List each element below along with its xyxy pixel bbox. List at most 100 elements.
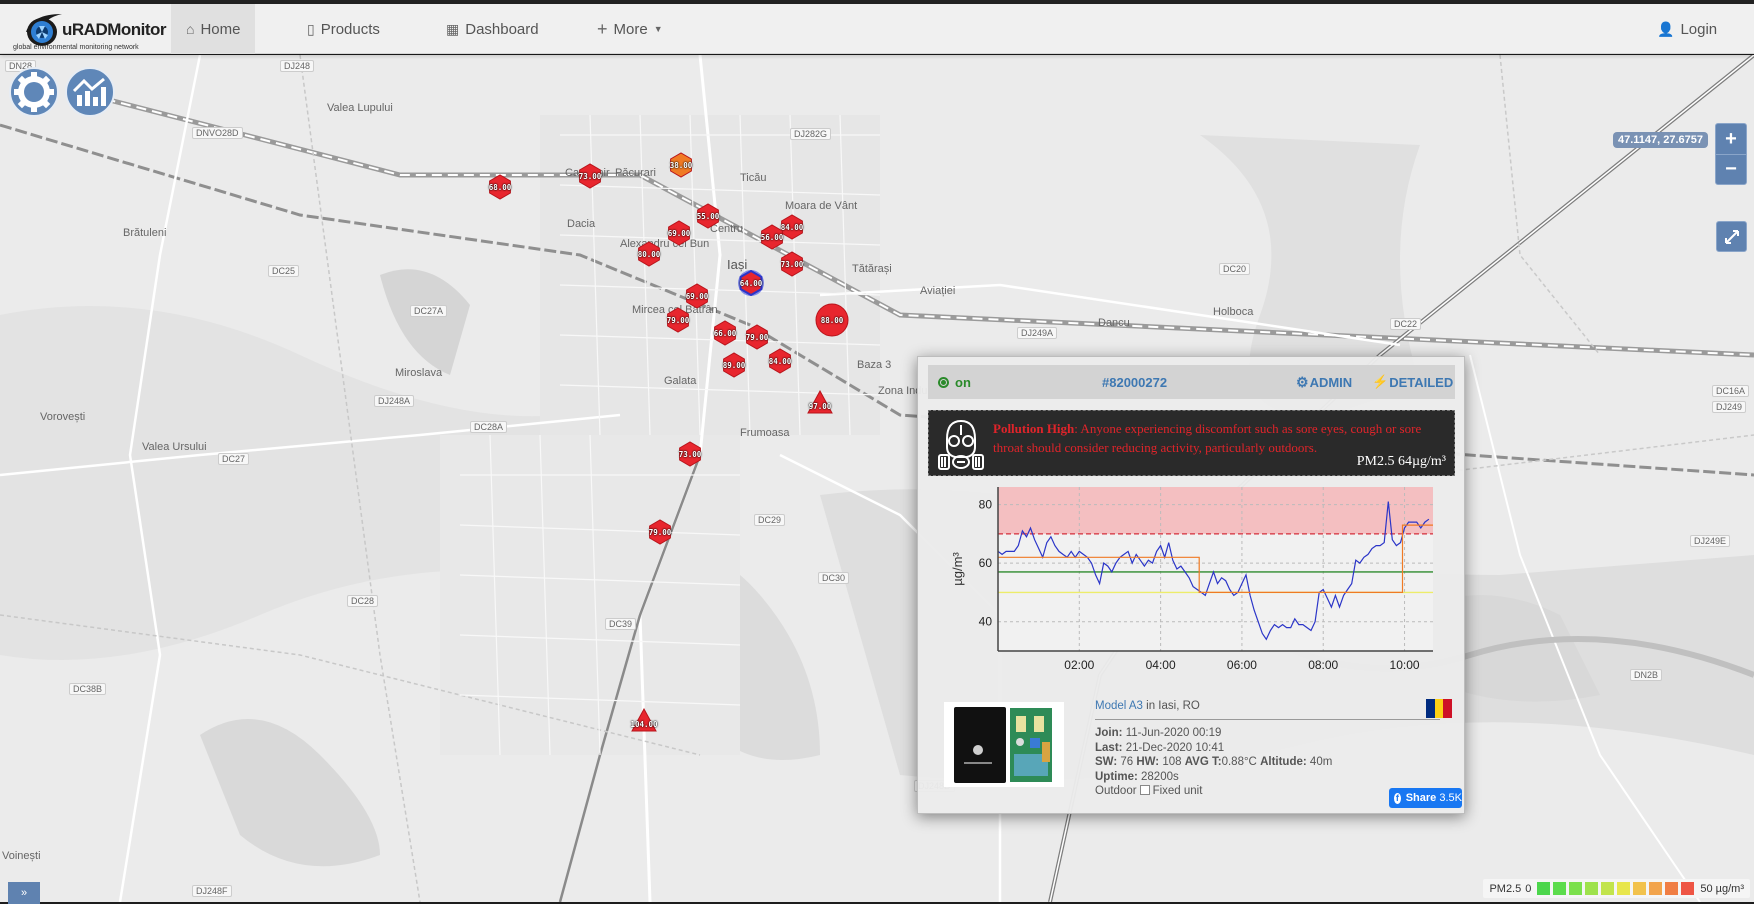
road-label: DJ248A	[374, 395, 415, 407]
road-label: DC20	[1219, 263, 1251, 275]
fixed-unit-label: Fixed unit	[1152, 785, 1203, 797]
road-label: DC27	[218, 453, 250, 465]
sensor-marker[interactable]: 88.00	[815, 303, 849, 337]
gas-mask-icon	[938, 419, 984, 470]
device-info: Model A3 in Iasi, RO Join: 11-Jun-2020 0…	[928, 692, 1462, 808]
admin-link[interactable]: ⚙ ADMIN	[1296, 374, 1352, 391]
map-label: Brătuleni	[123, 227, 167, 239]
map-label: Baza 3	[857, 359, 892, 371]
marker-value: 66.00	[713, 328, 737, 338]
nav-more[interactable]: + More ▼	[582, 4, 678, 54]
gear-icon	[14, 72, 54, 112]
nav-dashboard[interactable]: ▦ Dashboard	[431, 4, 554, 54]
marker-value: 79.00	[648, 527, 672, 537]
sw-value: 76	[1120, 756, 1134, 768]
sensor-marker[interactable]: 79.00	[647, 519, 673, 545]
road-label: DC27A	[410, 305, 448, 317]
fullscreen-button[interactable]	[1716, 221, 1747, 252]
legend-max: 50 µg/m³	[1700, 882, 1744, 895]
sensor-marker[interactable]: 73.00	[577, 163, 603, 189]
road-label: DC25	[268, 265, 300, 277]
sensor-marker[interactable]: 89.00	[721, 352, 747, 378]
brand-name: uRADMonitor	[62, 20, 167, 39]
sensor-marker[interactable]: 38.00	[668, 152, 694, 178]
marker-value: 79.00	[745, 332, 769, 342]
legend-swatch	[1665, 882, 1679, 895]
join-value: 11-Jun-2020 00:19	[1125, 727, 1222, 739]
nav-products[interactable]: ▯ Products	[292, 4, 395, 54]
sensor-marker[interactable]: 55.00	[695, 203, 721, 229]
road-label: DC30	[818, 572, 850, 584]
dashboard-icon: ▦	[446, 20, 460, 37]
legend-min: 0	[1525, 882, 1532, 895]
fixed-unit-checkbox[interactable]	[1139, 785, 1150, 795]
gear-icon: ⚙	[1296, 373, 1309, 390]
map-tiles	[0, 55, 1754, 902]
zoom-in-button[interactable]: +	[1716, 124, 1746, 154]
sensor-marker[interactable]: 64.00	[738, 269, 764, 297]
alert-title: Pollution High	[993, 421, 1075, 436]
alert-reading: PM2.5 64µg/m³	[1356, 454, 1446, 469]
sensor-marker[interactable]: 69.00	[666, 220, 692, 246]
map-label: Tătărași	[852, 263, 892, 275]
flag-stripe	[1426, 699, 1435, 718]
online-status: on	[938, 375, 971, 390]
road-label: DJ249A	[1017, 327, 1058, 339]
legend-swatch	[1649, 882, 1663, 895]
status-text: on	[955, 374, 971, 390]
road-label: DC38B	[69, 683, 107, 695]
expand-panel-button[interactable]: »	[8, 882, 40, 904]
sensor-marker[interactable]: 56.00	[759, 224, 785, 250]
user-icon: 👤	[1657, 20, 1675, 37]
facebook-icon: f	[1394, 792, 1401, 804]
status-dot-icon	[938, 376, 949, 388]
detailed-label: DETAILED	[1389, 374, 1454, 390]
top-navbar: uRADMonitor global environmental monitor…	[0, 4, 1754, 54]
device-icon: ▯	[307, 20, 315, 37]
map-label: Vorovești	[40, 411, 86, 423]
sensor-marker[interactable]: 84.00	[767, 348, 793, 374]
map-label: Valea Lupului	[327, 102, 393, 114]
altitude-label: Altitude:	[1260, 756, 1307, 768]
road-label: DC29	[754, 514, 786, 526]
nav-login[interactable]: 👤 Login	[1642, 4, 1732, 54]
x-tick-label: 02:00	[1064, 658, 1094, 672]
sensor-marker[interactable]: 69.00	[684, 283, 710, 309]
sensor-marker[interactable]: 97.00	[807, 389, 833, 414]
map-label: Frumoasa	[740, 427, 790, 439]
sensor-marker[interactable]: 66.00	[712, 320, 738, 346]
device-photo	[944, 702, 1064, 787]
road-label: DC28A	[470, 421, 508, 433]
nav-login-label: Login	[1680, 20, 1718, 38]
logo[interactable]: uRADMonitor global environmental monitor…	[10, 8, 167, 52]
nav-more-label: More	[613, 20, 648, 38]
sensor-marker[interactable]: 104.00	[630, 707, 658, 732]
legend-swatch	[1633, 882, 1647, 895]
marker-value: 55.00	[696, 211, 720, 221]
zoom-out-button[interactable]: −	[1716, 154, 1746, 184]
road-label: DJ248	[280, 60, 315, 72]
device-id-link[interactable]: #82000272	[1102, 375, 1167, 390]
settings-button[interactable]	[9, 67, 59, 117]
statistics-button[interactable]	[65, 67, 115, 117]
detailed-link[interactable]: ⚡ DETAILED	[1372, 374, 1453, 390]
coordinate-readout: 47.1147, 27.6757	[1612, 132, 1708, 148]
map-label: Alexandru cel Bun	[620, 238, 710, 250]
nav-home[interactable]: ⌂ Home	[171, 4, 256, 54]
chart-icon	[72, 77, 106, 106]
sensor-marker[interactable]: 79.00	[665, 307, 691, 333]
sensor-marker[interactable]: 73.00	[779, 251, 805, 277]
lightning-icon: ⚡	[1372, 374, 1389, 389]
map-label: Dancu	[1098, 317, 1130, 329]
legend-swatches	[1537, 882, 1697, 895]
marker-value: 69.00	[667, 228, 691, 238]
sensor-marker[interactable]: 73.00	[677, 441, 703, 467]
map-canvas[interactable]: Valea Lupului Brătuleni Dacia Centru Iaș…	[0, 55, 1754, 902]
sensor-marker[interactable]: 79.00	[744, 324, 770, 350]
facebook-share-button[interactable]: f Share 3.5K	[1389, 788, 1462, 808]
sensor-marker[interactable]: 80.00	[636, 241, 662, 267]
sensor-marker[interactable]: 68.00	[487, 174, 513, 200]
device-image-icon	[954, 707, 1052, 783]
model-link[interactable]: Model A3	[1095, 700, 1143, 712]
marker-value: 64.00	[739, 278, 763, 288]
